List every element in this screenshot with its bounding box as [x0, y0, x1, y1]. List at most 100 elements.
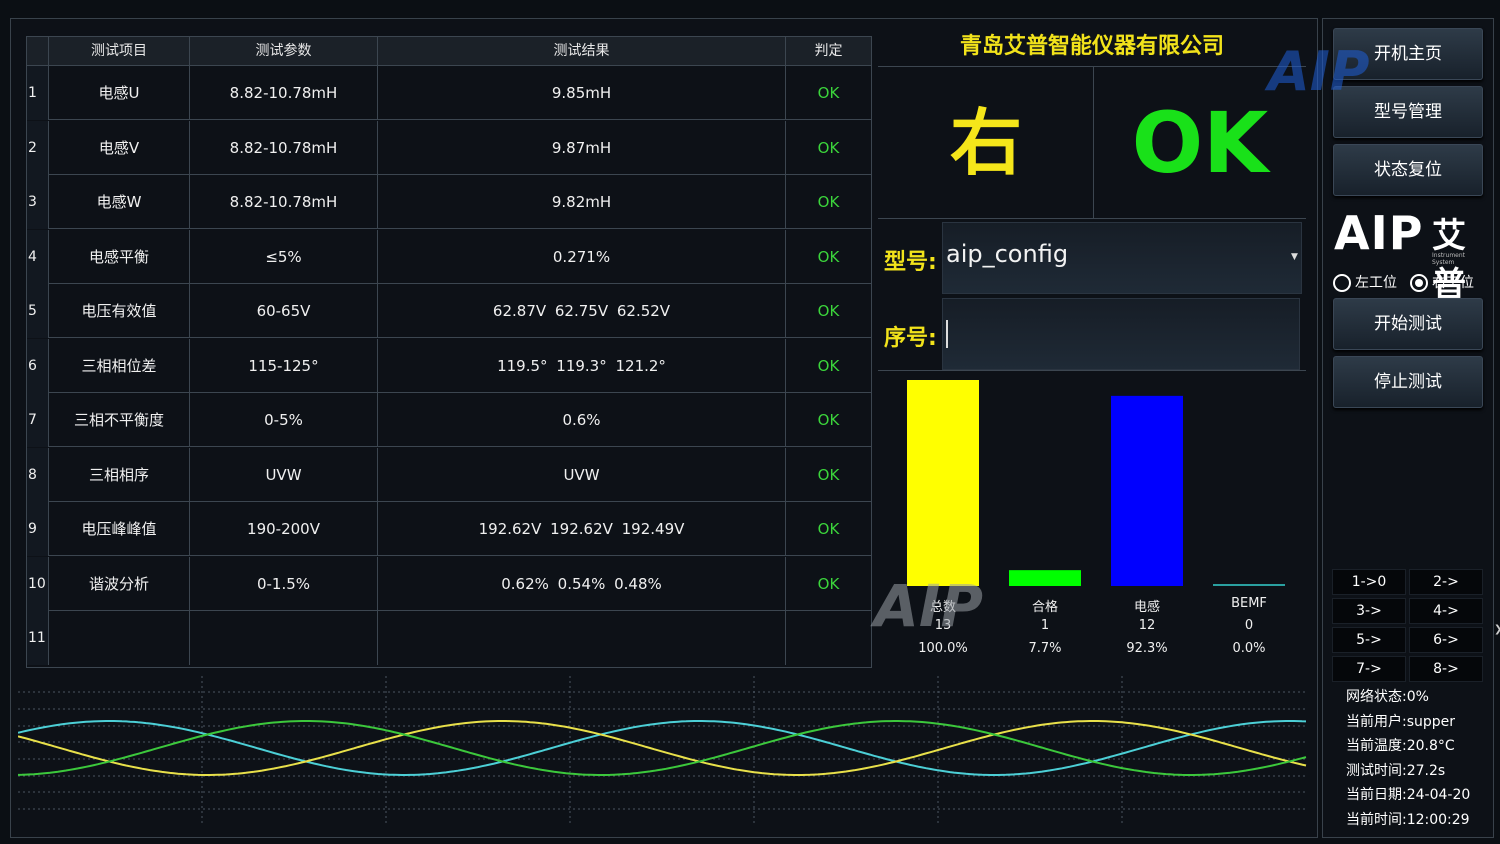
- start-test-button[interactable]: 开始测试: [1333, 298, 1483, 350]
- row-judge: OK: [817, 356, 840, 375]
- row-judge: OK: [817, 138, 840, 157]
- row-result: [378, 611, 786, 665]
- header-result: 测试结果: [378, 37, 786, 65]
- table-row[interactable]: 5 电压有效值 60-65V 62.87V 62.75V 62.52V OK: [27, 284, 871, 338]
- status-line: 测试时间:27.2s: [1346, 762, 1446, 779]
- row-judge: OK: [817, 247, 840, 266]
- row-index: 9: [27, 502, 49, 556]
- table-row[interactable]: 7 三相不平衡度 0-5% 0.6% OK: [27, 393, 871, 447]
- channel-button[interactable]: 7->: [1332, 656, 1406, 682]
- row-param: 8.82-10.78mH: [190, 120, 378, 175]
- row-result: UVW: [378, 447, 786, 502]
- channel-button[interactable]: 3->: [1332, 598, 1406, 624]
- logo-text: AIP: [1334, 206, 1424, 260]
- row-item: 三相不平衡度: [49, 393, 190, 447]
- row-result: 9.87mH: [378, 120, 786, 175]
- row-item: 电感W: [49, 175, 190, 229]
- row-judge: OK: [817, 411, 840, 429]
- company-name: 青岛艾普智能仪器有限公司: [959, 34, 1224, 59]
- chart-percent-label: 100.0%: [918, 641, 968, 656]
- table-row[interactable]: 6 三相相位差 115-125° 119.5° 119.3° 121.2° OK: [27, 338, 871, 393]
- table-row[interactable]: 9 电压峰峰值 190-200V 192.62V 192.62V 192.49V OK: [27, 502, 871, 556]
- results-table: 测试项目 测试参数 测试结果 判定 1 电感U 8.82-10.78mH 9.85mH…: [26, 36, 872, 668]
- table-row[interactable]: 3 电感W 8.82-10.78mH 9.82mH OK: [27, 175, 871, 229]
- row-result: 119.5° 119.3° 121.2°: [378, 338, 786, 393]
- header-index: [27, 37, 49, 65]
- row-judge: OK: [817, 193, 840, 211]
- row-param: 0-1.5%: [190, 556, 378, 611]
- chart-bar: [1009, 570, 1081, 586]
- scroll-edge-icon: ❯: [1494, 624, 1500, 635]
- row-judge: OK: [817, 520, 840, 538]
- sidebar-button[interactable]: 状态复位: [1333, 144, 1483, 196]
- watermark-logo: AIP: [874, 572, 983, 640]
- channel-button[interactable]: 6->: [1409, 627, 1483, 653]
- chart-bar: [907, 380, 979, 586]
- status-line: 当前时间:12:00:29: [1346, 812, 1470, 828]
- channel-button[interactable]: 4->: [1409, 598, 1483, 624]
- table-row[interactable]: 4 电感平衡 ≤5% 0.271% OK: [27, 229, 871, 284]
- model-value: aip_config: [946, 240, 1069, 268]
- stop-test-button[interactable]: 停止测试: [1333, 356, 1483, 408]
- row-item: 电感V: [49, 120, 190, 175]
- row-result: 62.87V 62.75V 62.52V: [378, 284, 786, 338]
- row-index: 8: [27, 447, 49, 502]
- text-caret: [946, 320, 948, 348]
- chart-value-label: 1: [1040, 618, 1050, 633]
- chart-value-label: 0: [1244, 618, 1254, 633]
- table-row[interactable]: 2 电感V 8.82-10.78mH 9.87mH OK: [27, 120, 871, 175]
- row-item: [49, 611, 190, 665]
- serial-input[interactable]: [942, 298, 1300, 370]
- row-judge: OK: [817, 465, 840, 484]
- row-index: 10: [27, 556, 49, 611]
- radio-selected-icon: [1410, 274, 1428, 292]
- chart-category-label: 合格: [1031, 600, 1058, 615]
- serial-label: 序号:: [884, 326, 937, 351]
- row-judge: OK: [817, 84, 840, 102]
- row-param: 8.82-10.78mH: [190, 66, 378, 120]
- table-row[interactable]: 1 电感U 8.82-10.78mH 9.85mH OK: [27, 66, 871, 120]
- row-judge: OK: [817, 302, 840, 320]
- radio-right-station[interactable]: 右工位: [1410, 272, 1474, 292]
- chart-percent-label: 7.7%: [1028, 641, 1062, 656]
- status-line: 当前用户:supper: [1346, 713, 1456, 730]
- table-row[interactable]: 11: [27, 611, 871, 665]
- header-param: 测试参数: [190, 37, 378, 65]
- row-result: 192.62V 192.62V 192.49V: [378, 502, 786, 556]
- row-result: 9.82mH: [378, 175, 786, 229]
- channel-button[interactable]: 5->: [1332, 627, 1406, 653]
- row-item: 电感U: [49, 66, 190, 120]
- row-param: 60-65V: [190, 284, 378, 338]
- chart-bar: [1213, 584, 1285, 586]
- waveform-svg: [17, 676, 1308, 826]
- table-row[interactable]: 8 三相相序 UVW UVW OK: [27, 447, 871, 502]
- row-result: 9.85mH: [378, 66, 786, 120]
- phase-waveform: [17, 720, 1307, 776]
- row-index: 3: [27, 175, 49, 229]
- channel-button[interactable]: 2->: [1409, 569, 1483, 595]
- row-param: ≤5%: [190, 229, 378, 284]
- waveform-plot: [17, 676, 1308, 826]
- channel-button[interactable]: 8->: [1409, 656, 1483, 682]
- dropdown-arrow-icon[interactable]: ▼: [1291, 252, 1298, 262]
- channel-button[interactable]: 1->0: [1332, 569, 1406, 595]
- row-param: 190-200V: [190, 502, 378, 556]
- station-result: 右: [949, 101, 1022, 185]
- row-judge: [786, 611, 871, 665]
- row-param: 8.82-10.78mH: [190, 175, 378, 229]
- status-line: 当前温度:20.8°C: [1346, 738, 1455, 755]
- aip-logo: AIP 艾普 Instrument System: [1334, 206, 1484, 305]
- header-judge: 判定: [814, 43, 843, 59]
- table-header: 测试项目 测试参数 测试结果 判定: [27, 37, 871, 66]
- row-param: [190, 611, 378, 665]
- row-result: 0.62% 0.54% 0.48%: [378, 556, 786, 611]
- row-index: 11: [27, 611, 49, 665]
- model-label: 型号:: [884, 250, 937, 275]
- row-item: 电感平衡: [49, 229, 190, 284]
- table-row[interactable]: 10 谐波分析 0-1.5% 0.62% 0.54% 0.48% OK: [27, 556, 871, 611]
- row-index: 7: [27, 393, 49, 447]
- radio-left-station[interactable]: 左工位: [1333, 272, 1397, 292]
- row-item: 电压峰峰值: [49, 502, 190, 556]
- row-item: 三相相位差: [49, 338, 190, 393]
- divider: [878, 370, 1306, 371]
